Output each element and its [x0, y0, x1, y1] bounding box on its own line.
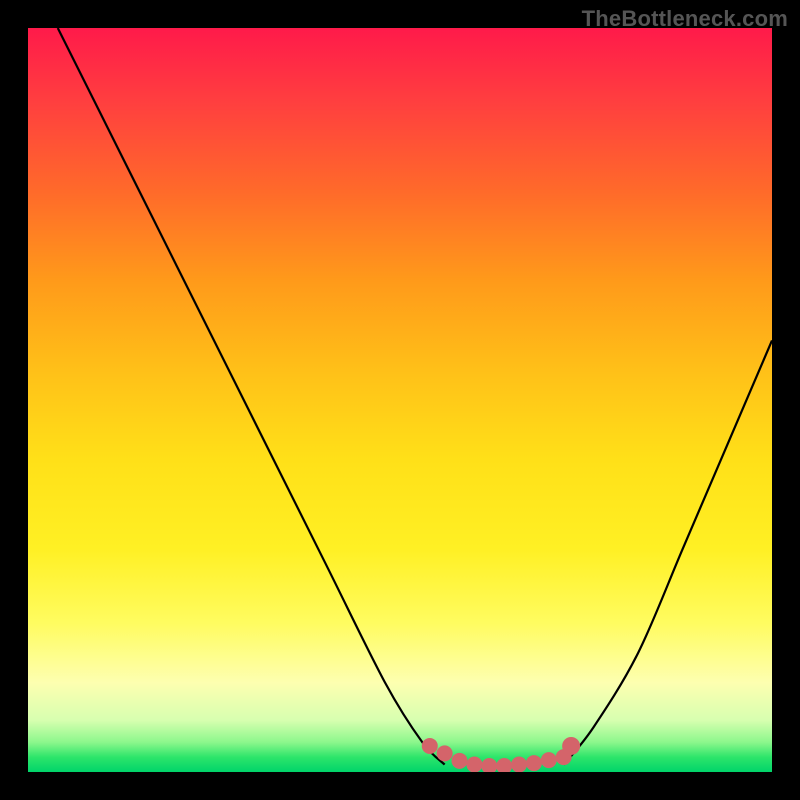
trough-dot [422, 738, 438, 754]
trough-dot [466, 757, 482, 772]
chart-frame: TheBottleneck.com [0, 0, 800, 800]
chart-svg [28, 28, 772, 772]
trough-dot [437, 745, 453, 761]
trough-dot [562, 737, 580, 755]
trough-dot [496, 758, 512, 772]
trough-dot [526, 755, 542, 771]
right-curve [564, 340, 772, 764]
trough-dot [541, 752, 557, 768]
watermark-label: TheBottleneck.com [582, 6, 788, 32]
plot-area [28, 28, 772, 772]
trough-dot [511, 757, 527, 772]
trough-dot [452, 753, 468, 769]
left-curve [58, 28, 445, 765]
trough-dot [481, 758, 497, 772]
